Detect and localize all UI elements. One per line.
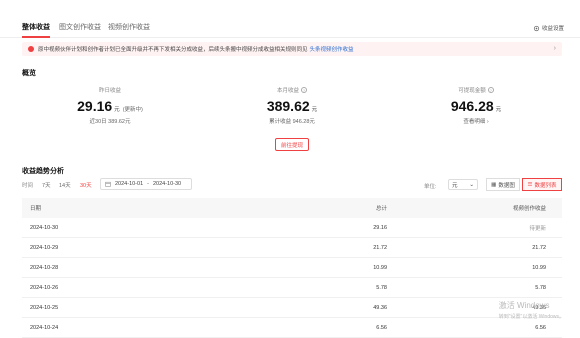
date-separator: - — [147, 181, 149, 187]
cell-total: 5.78 — [376, 284, 387, 291]
view-table-button[interactable]: ☰ 数据列表 — [522, 178, 562, 191]
chevron-right-icon[interactable]: › — [554, 45, 556, 52]
filter-14-days[interactable]: 14天 — [59, 181, 71, 189]
calendar-icon — [105, 181, 111, 187]
withdraw-button[interactable]: 前往提现 — [275, 138, 309, 151]
cell-date: 2024-10-29 — [30, 244, 59, 251]
table-row: 2024-10-30 29.16 待更新 — [22, 218, 562, 238]
cell-date: 2024-10-26 — [30, 284, 59, 291]
trend-title: 收益趋势分析 — [22, 168, 64, 175]
top-tab-bar: 整体收益 图文创作收益 视频创作收益 收益设置 — [0, 0, 580, 38]
cell-video: 5.78 — [535, 284, 546, 291]
date-end: 2024-10-30 — [152, 181, 182, 187]
view-chart-button[interactable]: ▦ 数据图 — [486, 178, 520, 191]
header-video-earnings: 视频创作收益 — [512, 206, 546, 212]
tab-overall-earnings[interactable]: 整体收益 — [22, 22, 50, 38]
chart-icon: ▦ — [491, 181, 497, 188]
table-row: 2024-10-24 6.56 6.56 — [22, 318, 562, 338]
earnings-table: 日期 总计 视频创作收益 2024-10-30 29.16 待更新 2024-1… — [22, 198, 562, 338]
table-row: 2024-10-25 49.36 49.36 — [22, 298, 562, 318]
stat-withdrawable-label: 可提现金额 — [458, 88, 486, 94]
tab-article-earnings[interactable]: 图文创作收益 — [59, 22, 101, 32]
unit-select[interactable]: 元 ⌄ — [448, 179, 478, 190]
stat-yesterday: 昨日收益 29.16 元 (更新中) 近30日 389.62元 — [50, 86, 170, 125]
stat-withdrawable-unit: 元 — [495, 107, 502, 113]
stat-month-sub: 累计收益 946.28元 — [269, 119, 315, 125]
stat-yesterday-label: 昨日收益 — [98, 88, 121, 94]
stat-month: 本月收益? 389.62 元 累计收益 946.28元 — [232, 86, 352, 125]
cell-date: 2024-10-28 — [30, 264, 59, 271]
cell-video: 待更新 — [529, 225, 546, 232]
cell-total: 49.36 — [373, 304, 387, 311]
stat-yesterday-value: 29.16 — [77, 98, 113, 114]
overview-title: 概览 — [22, 70, 36, 77]
stat-month-unit: 元 — [311, 107, 318, 113]
notice-link[interactable]: 头条视频创作收益 — [310, 45, 354, 53]
earnings-settings-button[interactable]: 收益设置 — [533, 24, 564, 32]
unit-select-value: 元 — [452, 182, 458, 189]
watermark-line2: 转到"设置"以激活 Windows。 — [498, 314, 564, 320]
list-icon: ☰ — [527, 181, 533, 188]
unit-label: 单位: — [424, 184, 437, 190]
tab-video-earnings[interactable]: 视频创作收益 — [108, 22, 150, 32]
gear-icon — [533, 25, 540, 31]
alert-icon — [28, 46, 34, 52]
stat-yesterday-sub: 近30日 389.62元 — [89, 119, 131, 125]
table-row: 2024-10-29 21.72 21.72 — [22, 238, 562, 258]
time-label: 时间 — [22, 183, 34, 189]
notice-banner: 原中视频伙伴计划和创作者计划已全面升级并不再下发相关分成收益，后续头条搬中视频分… — [22, 42, 562, 56]
earnings-settings-label: 收益设置 — [541, 26, 564, 32]
table-row: 2024-10-28 10.99 10.99 — [22, 258, 562, 278]
cell-total: 21.72 — [373, 244, 387, 251]
cell-date: 2024-10-30 — [30, 224, 59, 231]
stat-yesterday-unit: 元 — [114, 107, 120, 113]
stat-withdrawable: 可提现金额? 946.28 元 查看明细 › — [416, 86, 536, 125]
date-start: 2024-10-01 — [115, 181, 144, 187]
table-header: 日期 总计 视频创作收益 — [22, 198, 562, 218]
stat-withdrawable-value: 946.28 — [450, 98, 494, 114]
chevron-down-icon: ⌄ — [469, 181, 474, 188]
view-table-label: 数据列表 — [534, 182, 557, 189]
notice-text: 原中视频伙伴计划和创作者计划已全面升级并不再下发相关分成收益，后续头条搬中视频分… — [38, 47, 308, 53]
cell-date: 2024-10-24 — [30, 324, 59, 331]
stat-yesterday-note: (更新中) — [122, 107, 143, 113]
cell-total: 29.16 — [373, 224, 387, 231]
view-details-link[interactable]: 查看明细 › — [416, 117, 536, 125]
watermark-line1: 激活 Windows — [498, 301, 550, 310]
help-icon[interactable]: ? — [301, 87, 307, 93]
cell-total: 6.56 — [376, 324, 387, 331]
view-chart-label: 数据图 — [498, 182, 515, 189]
cell-date: 2024-10-25 — [30, 304, 59, 311]
stat-month-value: 389.62 — [266, 98, 310, 114]
cell-video: 21.72 — [532, 244, 546, 251]
table-row: 2024-10-26 5.78 5.78 — [22, 278, 562, 298]
header-date: 日期 — [30, 206, 42, 212]
filter-7-days[interactable]: 7天 — [42, 181, 51, 189]
date-range-picker[interactable]: 2024-10-01 - 2024-10-30 — [100, 178, 192, 190]
help-icon[interactable]: ? — [487, 87, 494, 93]
cell-video: 6.56 — [535, 324, 546, 331]
stat-month-label: 本月收益 — [276, 88, 299, 94]
windows-activation-watermark: 激活 Windows 转到"设置"以激活 Windows。 — [499, 300, 564, 320]
header-total: 总计 — [375, 206, 387, 212]
cell-video: 10.99 — [532, 264, 546, 271]
cell-total: 10.99 — [373, 264, 387, 271]
filter-30-days[interactable]: 30天 — [80, 181, 92, 189]
